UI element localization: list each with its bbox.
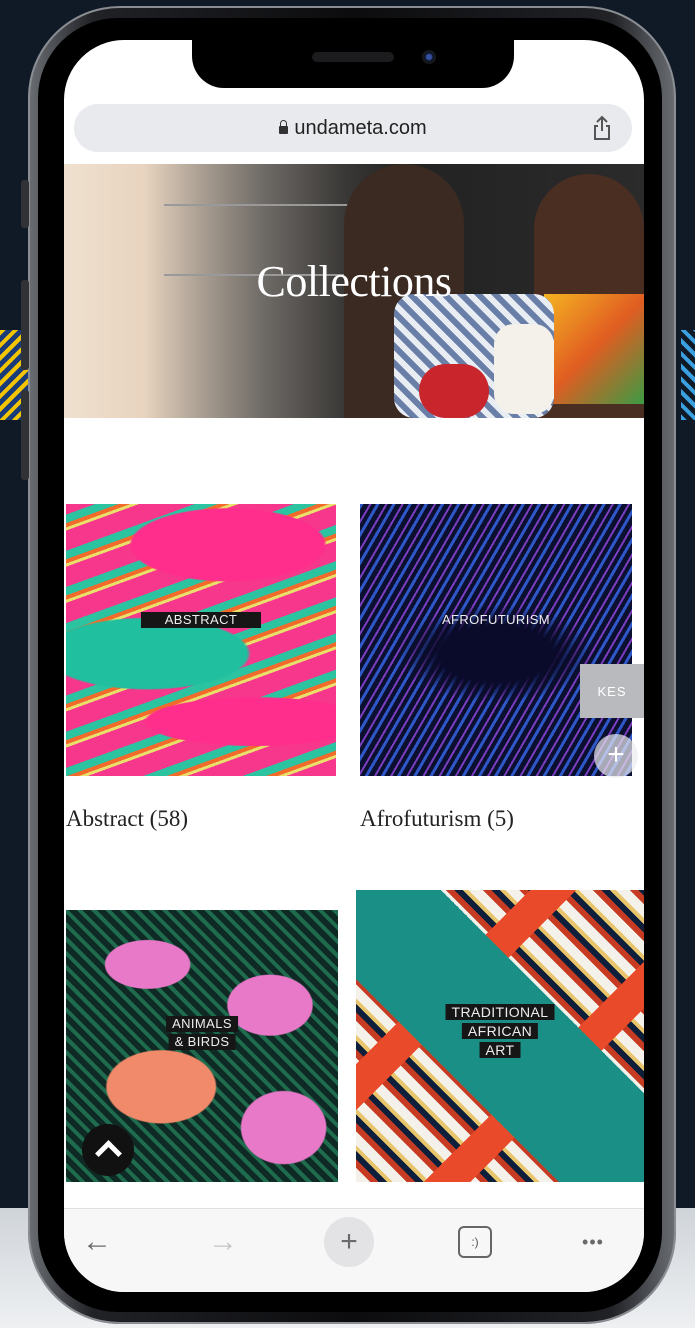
collection-caption[interactable]: Afrofuturism (5) bbox=[360, 806, 514, 832]
tile-label-line: & BIRDS bbox=[168, 1034, 236, 1050]
collection-tile-afrofuturism[interactable]: AFROFUTURISM bbox=[360, 504, 632, 776]
phone-screen: undameta.com Collections ABSTRACT Abstra… bbox=[64, 40, 644, 1292]
tile-label-line: ART bbox=[479, 1042, 521, 1058]
collection-caption[interactable]: Abstract (58) bbox=[66, 806, 188, 832]
new-tab-button[interactable]: + bbox=[324, 1217, 374, 1267]
hero-banner: Collections bbox=[64, 164, 644, 418]
tile-label: ABSTRACT bbox=[141, 612, 261, 628]
back-arrow-icon[interactable]: ← bbox=[72, 1217, 122, 1267]
share-icon[interactable] bbox=[592, 115, 610, 140]
tile-label: AFROFUTURISM bbox=[441, 612, 551, 627]
address-bar[interactable]: undameta.com bbox=[74, 104, 632, 152]
currency-tab[interactable]: KES bbox=[580, 664, 644, 718]
browser-toolbar: ← → + :) ••• bbox=[64, 1208, 644, 1292]
hero-fabric bbox=[544, 294, 644, 404]
tile-label-line: ANIMALS bbox=[166, 1016, 238, 1032]
collection-tile-traditional-african-art[interactable]: TRADITIONAL AFRICAN ART bbox=[356, 890, 644, 1182]
plus-icon[interactable]: + bbox=[594, 734, 638, 778]
tabs-icon[interactable]: :) bbox=[450, 1217, 500, 1267]
page-title: Collections bbox=[256, 257, 452, 306]
phone-mute-button bbox=[21, 180, 29, 228]
lock-icon bbox=[279, 120, 289, 134]
more-icon[interactable]: ••• bbox=[568, 1217, 618, 1267]
hero-fabric bbox=[494, 324, 554, 414]
hero-shelf bbox=[164, 204, 364, 206]
tile-label-line: TRADITIONAL bbox=[445, 1004, 555, 1020]
notch bbox=[192, 40, 514, 88]
forward-arrow-icon[interactable]: → bbox=[198, 1217, 248, 1267]
background-pattern-right bbox=[681, 330, 695, 420]
url-text: undameta.com bbox=[294, 116, 427, 139]
tabs-count: :) bbox=[458, 1226, 492, 1258]
tile-label-line: AFRICAN bbox=[461, 1023, 539, 1039]
chevron-up-icon[interactable] bbox=[82, 1124, 134, 1176]
hero-fabric bbox=[419, 364, 489, 418]
phone-volume-up-button bbox=[21, 280, 29, 370]
speaker-grille bbox=[312, 52, 394, 62]
collection-tile-abstract[interactable]: ABSTRACT bbox=[66, 504, 336, 776]
phone-volume-down-button bbox=[21, 390, 29, 480]
front-camera bbox=[422, 50, 436, 64]
